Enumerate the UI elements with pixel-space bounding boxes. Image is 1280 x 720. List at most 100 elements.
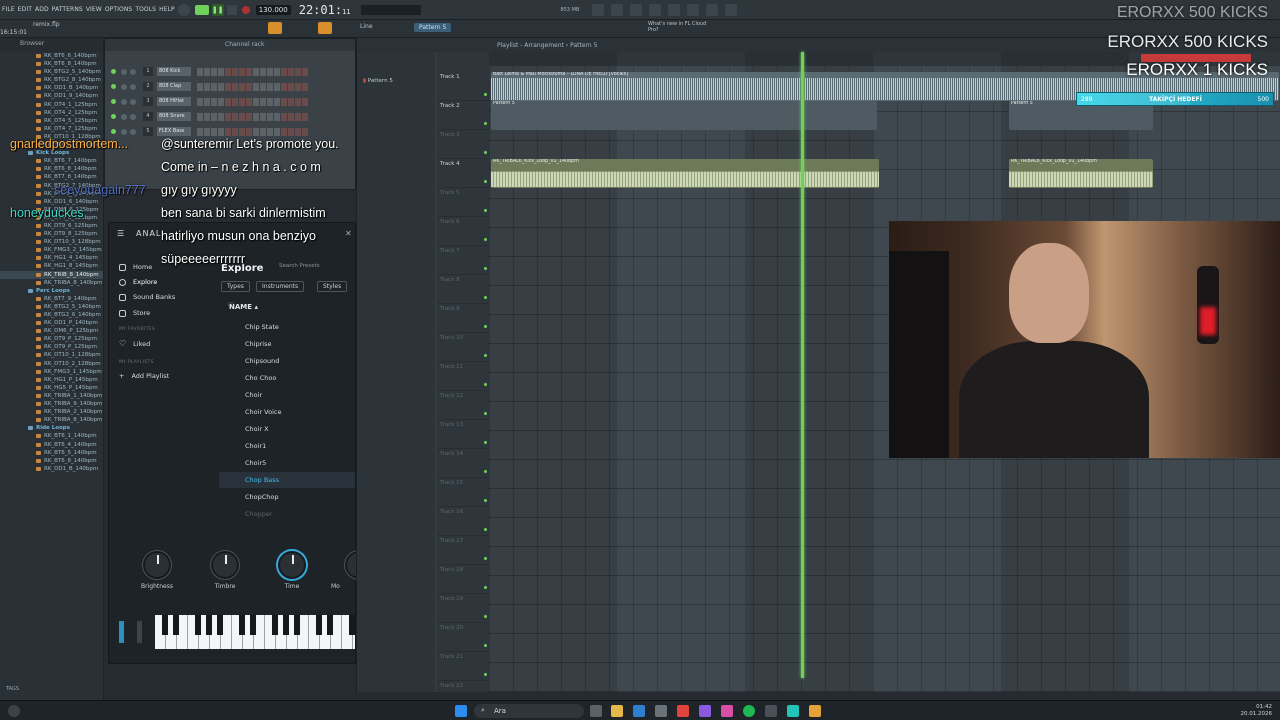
black-key[interactable] xyxy=(349,615,355,635)
channel-volume-knob[interactable] xyxy=(130,98,136,105)
export-icon[interactable] xyxy=(725,3,738,16)
pattern-song-toggle[interactable] xyxy=(194,4,209,15)
obs-icon[interactable] xyxy=(765,705,777,717)
track-mute-led[interactable] xyxy=(484,441,487,444)
browser-file[interactable]: RK_TRIBA_2_140bpm xyxy=(0,408,103,416)
browser-file[interactable]: RK_DT9_8_125bpm xyxy=(0,230,103,238)
track-header[interactable]: Track 17 xyxy=(437,536,489,565)
track-header[interactable]: Track 11 xyxy=(437,362,489,391)
step-button[interactable] xyxy=(239,112,245,121)
browser-file[interactable]: RK_HG1_8_145bpm xyxy=(0,262,103,270)
track-header[interactable]: Track 1 xyxy=(437,72,489,101)
system-tray-clock[interactable]: 01:42 20.01.2026 xyxy=(1241,704,1273,718)
browser-file[interactable]: RK_BT6_8_140bpm xyxy=(0,457,103,465)
step-button[interactable] xyxy=(211,67,217,76)
track-header[interactable]: Track 15 xyxy=(437,478,489,507)
track-mute-led[interactable] xyxy=(484,122,487,125)
step-button[interactable] xyxy=(232,67,238,76)
track-mute-led[interactable] xyxy=(484,296,487,299)
track-mute-led[interactable] xyxy=(484,267,487,270)
channel-pan-knob[interactable] xyxy=(121,98,127,105)
edge-icon[interactable] xyxy=(633,705,645,717)
browser-file[interactable]: RK_HG1_4_145bpm xyxy=(0,254,103,262)
track-header[interactable]: Track 12 xyxy=(437,391,489,420)
black-key[interactable] xyxy=(206,615,212,635)
channel-pan-knob[interactable] xyxy=(121,83,127,90)
browser-file[interactable]: RK_DD1_6_140bpm xyxy=(0,198,103,206)
menu-file[interactable]: FILE xyxy=(2,6,15,13)
step-button[interactable] xyxy=(253,82,259,91)
black-key[interactable] xyxy=(327,615,333,635)
info-icon[interactable] xyxy=(706,3,719,16)
nav-store[interactable]: Store xyxy=(119,309,150,317)
channel-volume-knob[interactable] xyxy=(130,128,136,135)
step-button[interactable] xyxy=(302,112,308,121)
track-mute-led[interactable] xyxy=(484,209,487,212)
step-button[interactable] xyxy=(204,97,210,106)
hamburger-icon[interactable]: ☰ xyxy=(117,229,124,238)
preset-item[interactable]: Choir X xyxy=(219,421,355,437)
step-button[interactable] xyxy=(218,112,224,121)
news-panel[interactable]: What's new in FL Cloud Pro? xyxy=(648,21,708,33)
track-mute-led[interactable] xyxy=(484,673,487,676)
piano-keyboard[interactable] xyxy=(155,615,355,649)
menu-view[interactable]: VIEW xyxy=(86,6,102,13)
playhead[interactable] xyxy=(801,52,804,678)
step-button[interactable] xyxy=(267,82,273,91)
browser-file[interactable]: RK_BT6_8_140bpm xyxy=(0,60,103,68)
step-button[interactable] xyxy=(239,82,245,91)
pattern-selector[interactable]: Pattern 5 xyxy=(414,23,452,32)
channel-row[interactable]: 3 808 HiHat xyxy=(111,95,308,108)
app-icon[interactable] xyxy=(787,705,799,717)
browser-file[interactable]: RK_TRIBA_8_140bpm xyxy=(0,279,103,287)
step-button[interactable] xyxy=(295,127,301,136)
browser-file[interactable]: RK_DT9_P_125bpm xyxy=(0,335,103,343)
channel-volume-knob[interactable] xyxy=(130,83,136,90)
step-button[interactable] xyxy=(239,67,245,76)
track-header[interactable]: Track 21 xyxy=(437,652,489,681)
step-button[interactable] xyxy=(218,97,224,106)
step-button[interactable] xyxy=(239,97,245,106)
track-mute-led[interactable] xyxy=(484,151,487,154)
twitch-icon[interactable] xyxy=(699,705,711,717)
step-button[interactable] xyxy=(260,82,266,91)
step-button[interactable] xyxy=(211,82,217,91)
tempo-display[interactable]: 130.000 xyxy=(255,4,291,15)
help-icon[interactable] xyxy=(630,3,643,16)
step-button[interactable] xyxy=(218,127,224,136)
step-button[interactable] xyxy=(246,97,252,106)
upload-icon[interactable] xyxy=(687,3,700,16)
channel-name-button[interactable]: 808 Snare xyxy=(157,112,191,121)
browser-file[interactable]: RK_DD1_B_140bpm xyxy=(0,465,103,473)
menu-edit[interactable]: EDIT xyxy=(18,6,32,13)
step-button[interactable] xyxy=(302,82,308,91)
step-button[interactable] xyxy=(197,67,203,76)
track-header[interactable]: Track 13 xyxy=(437,420,489,449)
browser-file[interactable]: RK_DT4_5_125bpm xyxy=(0,117,103,125)
step-button[interactable] xyxy=(267,67,273,76)
step-button[interactable] xyxy=(288,67,294,76)
preset-item[interactable]: Chopper xyxy=(219,506,355,522)
preset-item[interactable]: Chipsound xyxy=(219,353,355,369)
step-button[interactable] xyxy=(246,67,252,76)
step-button[interactable] xyxy=(274,127,280,136)
step-button[interactable] xyxy=(267,127,273,136)
channel-row[interactable]: 4 808 Snare xyxy=(111,110,308,123)
pattern-item[interactable]: ▮ Pattern 5 xyxy=(363,78,393,84)
channel-volume-knob[interactable] xyxy=(130,68,136,75)
track-header[interactable]: Track 14 xyxy=(437,449,489,478)
time-knob[interactable] xyxy=(278,551,306,579)
channel-pan-knob[interactable] xyxy=(121,113,127,120)
tool-icon-orange[interactable] xyxy=(268,22,282,34)
fx-icon[interactable] xyxy=(611,3,624,16)
menu-tools[interactable]: TOOLS xyxy=(135,6,156,13)
app-icon[interactable] xyxy=(655,705,667,717)
channel-mute-led[interactable] xyxy=(111,99,116,104)
step-button[interactable] xyxy=(204,67,210,76)
black-key[interactable] xyxy=(239,615,245,635)
widget-icon[interactable] xyxy=(8,705,20,717)
track-mute-led[interactable] xyxy=(484,528,487,531)
snap-select[interactable]: Line xyxy=(360,23,373,30)
preset-item[interactable]: Choir Voice xyxy=(219,404,355,420)
track-mute-led[interactable] xyxy=(484,354,487,357)
